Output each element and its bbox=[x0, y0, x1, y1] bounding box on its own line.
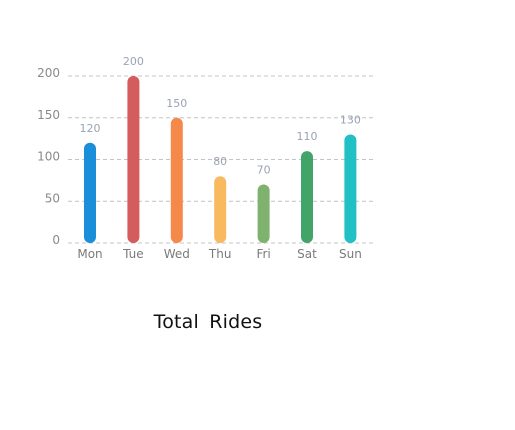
bar-sun[interactable] bbox=[344, 134, 357, 243]
y-axis-ticks: 0 50 100 150 200 bbox=[37, 66, 60, 247]
data-label-tue: 200 bbox=[123, 55, 144, 68]
chart-title: Total Rides bbox=[153, 311, 263, 333]
x-tick-label-mon: Mon bbox=[77, 247, 102, 261]
data-label-thu: 80 bbox=[213, 155, 227, 168]
bar-wed[interactable] bbox=[170, 117, 183, 243]
y-tick-label: 0 bbox=[52, 233, 60, 247]
x-tick-label-thu: Thu bbox=[208, 247, 232, 261]
data-label-wed: 150 bbox=[166, 97, 187, 110]
data-label-fri: 70 bbox=[257, 164, 271, 177]
bar-sat[interactable] bbox=[301, 151, 313, 243]
x-tick-label-sun: Sun bbox=[339, 247, 362, 261]
x-tick-label-sat: Sat bbox=[297, 247, 317, 261]
y-tick-label: 50 bbox=[45, 191, 60, 205]
x-tick-label-fri: Fri bbox=[256, 247, 270, 261]
bar-chart: 0 50 100 150 200 120 200 150 80 70 110 130 Mon Tue W… bbox=[37, 55, 373, 261]
y-tick-label: 150 bbox=[37, 108, 60, 122]
bar-thu[interactable] bbox=[214, 176, 227, 243]
bar-fri[interactable] bbox=[257, 184, 270, 243]
y-tick-label: 200 bbox=[37, 66, 60, 80]
bar-mon[interactable] bbox=[84, 142, 96, 243]
data-label-mon: 120 bbox=[80, 122, 101, 135]
chart-area: 0 50 100 150 200 120 200 150 80 70 110 130 Mon Tue W… bbox=[0, 0, 515, 430]
bar-tue[interactable] bbox=[127, 76, 140, 243]
data-label-sat: 110 bbox=[297, 130, 318, 143]
y-tick-label: 100 bbox=[37, 150, 60, 164]
x-tick-label-wed: Wed bbox=[164, 247, 190, 261]
data-label-sun: 130 bbox=[340, 113, 361, 126]
x-axis-ticks: Mon Tue Wed Thu Fri Sat Sun bbox=[77, 247, 361, 261]
x-tick-label-tue: Tue bbox=[122, 247, 144, 261]
data-labels: 120 200 150 80 70 110 130 bbox=[80, 55, 361, 177]
